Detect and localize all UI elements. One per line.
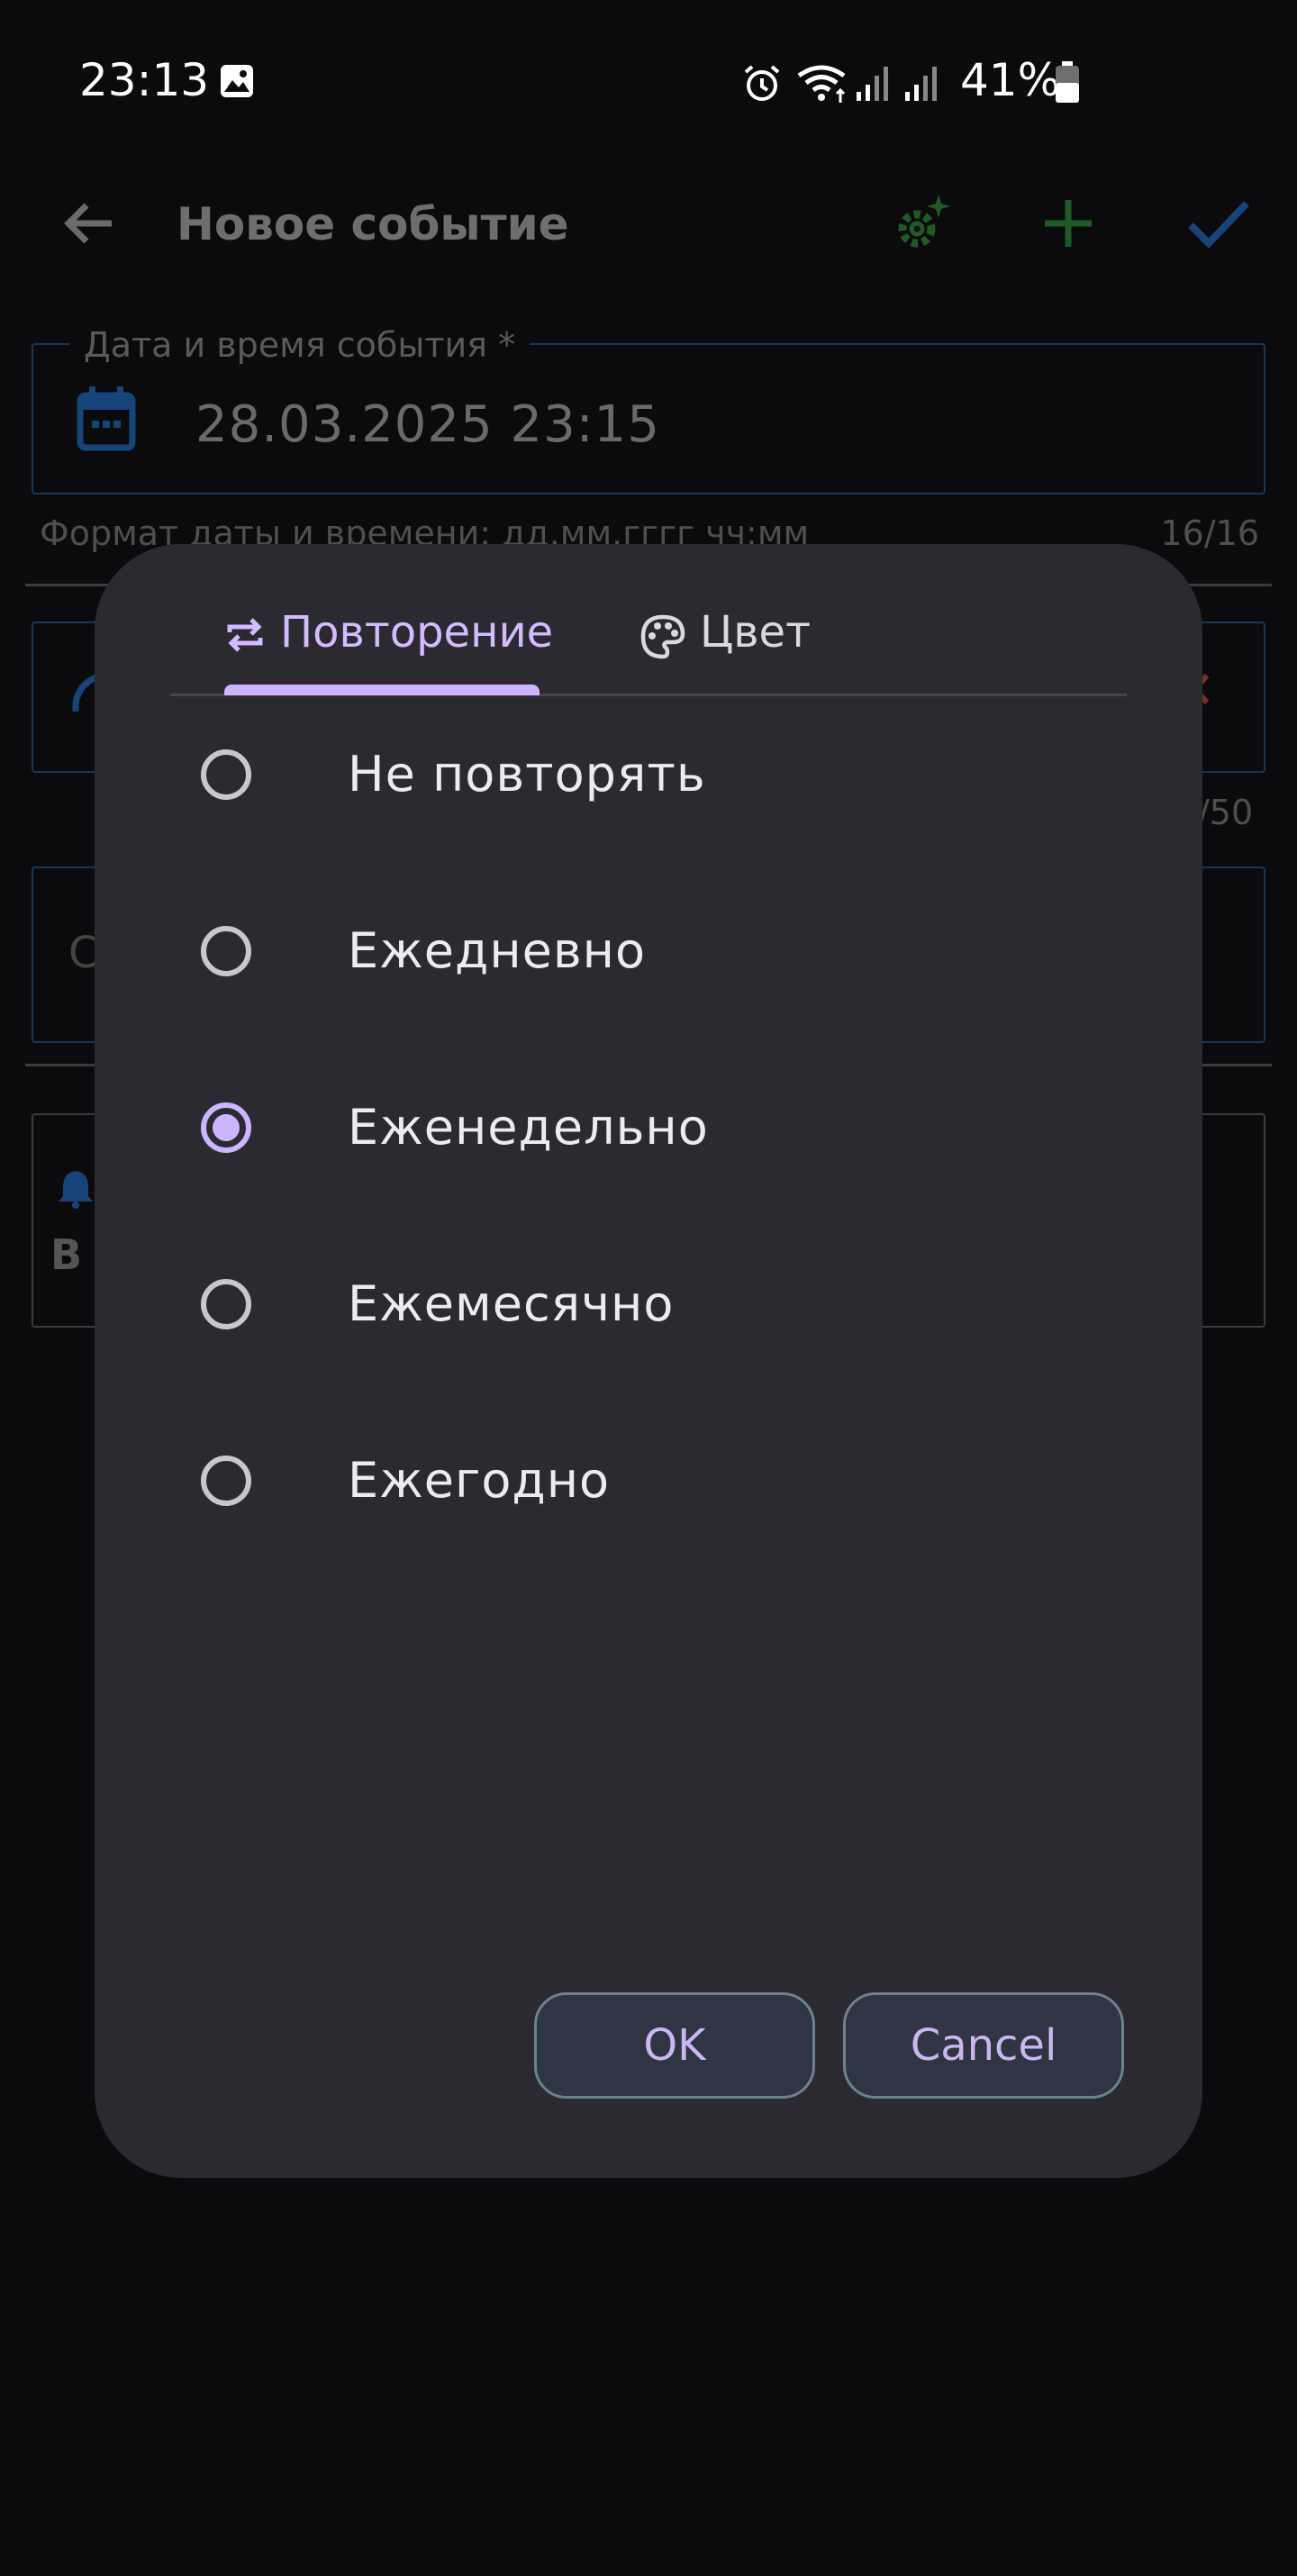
- wifi-icon: [797, 65, 846, 103]
- option-monthly[interactable]: Ежемесячно: [95, 1220, 1202, 1396]
- datetime-label: Дата и время события *: [69, 325, 531, 365]
- signal-icon-2: [905, 67, 937, 101]
- screen: 23:13 41% Новое событие Дата и время соб…: [0, 0, 1297, 2576]
- radio-button[interactable]: [201, 749, 251, 800]
- signal-icon-1: [857, 67, 888, 101]
- option-no-repeat[interactable]: Не повторять: [95, 690, 1202, 866]
- repeat-icon: [227, 618, 263, 652]
- palette-icon: [640, 614, 685, 659]
- ok-button[interactable]: OK: [534, 1992, 815, 2099]
- dialog-tabs: Повторение Цвет: [170, 607, 1127, 696]
- calendar-icon[interactable]: [77, 386, 136, 451]
- option-label: Ежемесячно: [348, 1275, 675, 1332]
- datetime-counter: 16/16: [1160, 513, 1259, 553]
- check-icon[interactable]: [1187, 198, 1250, 249]
- bell-icon: [59, 1171, 93, 1209]
- radio-button-selected[interactable]: [201, 1102, 251, 1153]
- option-label: Ежегодно: [348, 1452, 611, 1509]
- alarm-icon: [744, 65, 780, 101]
- cancel-button[interactable]: Cancel: [843, 1992, 1124, 2099]
- tab-color-label: Цвет: [700, 607, 812, 658]
- tab-repeat-label: Повторение: [280, 607, 554, 658]
- option-label: Не повторять: [348, 746, 706, 803]
- datetime-value: 28.03.2025 23:15: [195, 395, 660, 454]
- radio-button[interactable]: [201, 926, 251, 976]
- add-icon[interactable]: [1041, 196, 1095, 250]
- settings-sparkle-icon[interactable]: [883, 191, 955, 263]
- reminder-title: В: [50, 1230, 83, 1279]
- back-arrow-icon[interactable]: [59, 195, 117, 252]
- battery-icon: [1056, 61, 1079, 103]
- option-label: Еженедельно: [348, 1099, 709, 1156]
- repeat-dialog: Повторение Цвет Не повторять Ежедневно Е…: [95, 544, 1202, 2178]
- radio-button[interactable]: [201, 1279, 251, 1329]
- option-weekly[interactable]: Еженедельно: [95, 1043, 1202, 1220]
- tab-color[interactable]: Цвет: [640, 607, 811, 694]
- radio-button[interactable]: [201, 1456, 251, 1506]
- datetime-field[interactable]: Дата и время события * 28.03.2025 23:15: [32, 325, 1265, 494]
- gallery-notification-icon: [221, 65, 253, 97]
- page-title: Новое событие: [177, 198, 569, 250]
- option-daily[interactable]: Ежедневно: [95, 866, 1202, 1043]
- battery-percent: 41%: [960, 54, 1061, 106]
- tab-repeat[interactable]: Повторение: [224, 607, 553, 694]
- status-time: 23:13: [79, 54, 210, 106]
- second-counter: /50: [1198, 793, 1254, 832]
- option-yearly[interactable]: Ежегодно: [95, 1396, 1202, 1573]
- option-label: Ежедневно: [348, 922, 647, 979]
